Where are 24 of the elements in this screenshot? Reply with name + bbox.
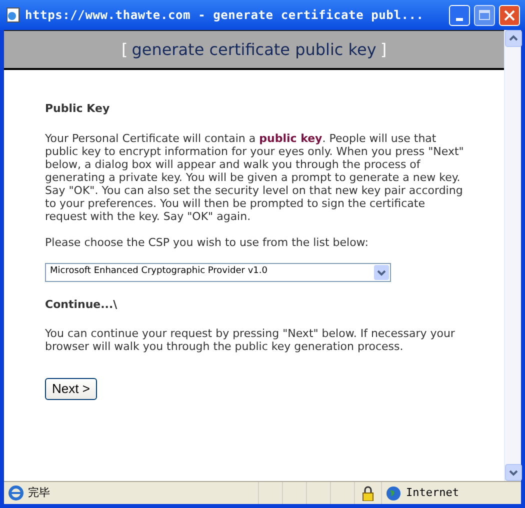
status-text: 完毕 [28, 484, 51, 501]
close-icon [504, 10, 515, 20]
section-heading: Public Key [45, 101, 111, 117]
scroll-down-icon[interactable] [505, 464, 522, 481]
lock-icon [362, 486, 374, 500]
globe-icon [386, 486, 401, 500]
body-text: Your Personal Certificate will contain a public key. People will use that public key to encrypt information for your eyes only. When you press "Next" below, a dialog box will appear and walk you through the process of generating a private key. You will be given a prompt to generate a new key. Say "OK". You can also set the security level on that new key pair according to your preferences. You will then be prompted to sign the certificate request with the key. Say "OK" again. [45, 132, 465, 222]
bracket: [ [121, 38, 128, 60]
maximize-button[interactable] [474, 4, 495, 26]
scroll-up-icon[interactable] [505, 30, 522, 47]
csp-select[interactable]: Microsoft Enhanced Cryptographic Provider v1.0 [45, 262, 391, 282]
page-title: generate certificate public key [132, 38, 376, 60]
next-button[interactable]: Next > [45, 378, 97, 400]
window-title: https://www.thawte.com - generate certificate publ... [25, 7, 425, 24]
body-text: Please choose the CSP you wish to use from the list below: [45, 236, 370, 248]
bracket: ] [380, 38, 387, 60]
minimize-button[interactable] [449, 4, 470, 26]
browser-icon [8, 485, 24, 501]
zone-text: Internet [406, 484, 459, 501]
page-icon [5, 7, 21, 23]
body-text: You can continue your request by pressing "Next" below. If necessary your browser will walk you through the public key generation process. [45, 327, 456, 353]
close-button[interactable] [499, 4, 520, 26]
scrollbar[interactable] [504, 30, 521, 481]
section-heading: Continue...\ [45, 296, 118, 312]
